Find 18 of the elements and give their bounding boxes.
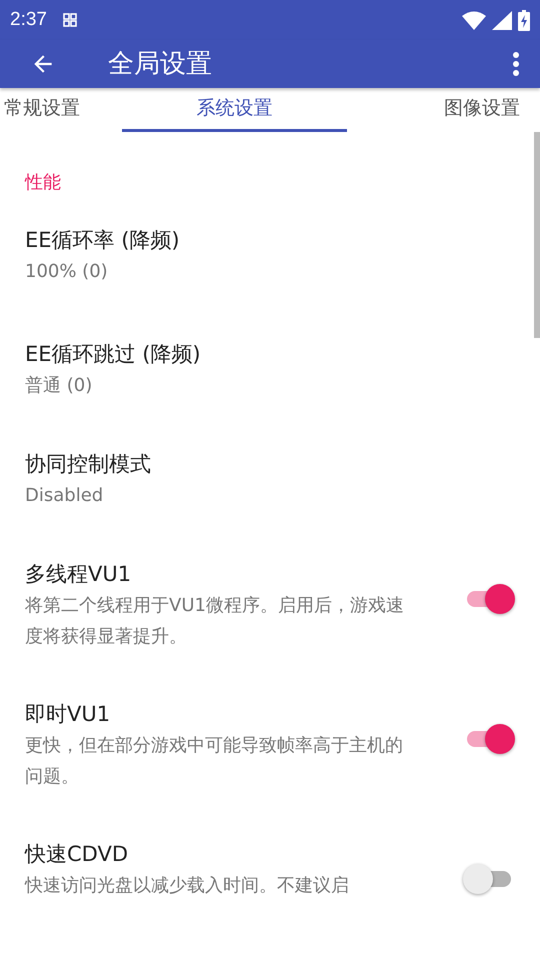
setting-summary: 普通 (0) <box>25 374 94 398</box>
setting-title: EE循环率 (降频) <box>25 227 181 254</box>
setting-summary: Disabled <box>25 484 104 508</box>
tab[interactable]: 常规设置 <box>0 88 122 132</box>
setting-title: 多线程VU1 <box>25 561 132 588</box>
setting-summary: 快速访问光盘以减少载入时间。不建议启 <box>25 874 350 898</box>
tab[interactable]: 图像设置 <box>347 88 522 132</box>
setting-title: 即时VU1 <box>25 701 112 728</box>
screen-title: 全局设置 <box>108 48 212 82</box>
setting-summary: 将第二个线程用于VU1微程序。启用后，游戏速度将获得显著提升。 <box>25 594 405 649</box>
section-header: 性能 <box>24 171 62 195</box>
tab[interactable]: 系统设置 <box>122 88 347 132</box>
setting-summary: 100% (0) <box>25 260 109 284</box>
setting-summary: 更快，但在部分游戏中可能导致帧率高于主机的问题。 <box>25 734 404 789</box>
setting-title: 协同控制模式 <box>25 451 152 478</box>
setting-title: 快速CDVD <box>25 841 130 868</box>
setting-title: EE循环跳过 (降频) <box>25 341 202 368</box>
status-time: 2:37 <box>10 9 47 31</box>
